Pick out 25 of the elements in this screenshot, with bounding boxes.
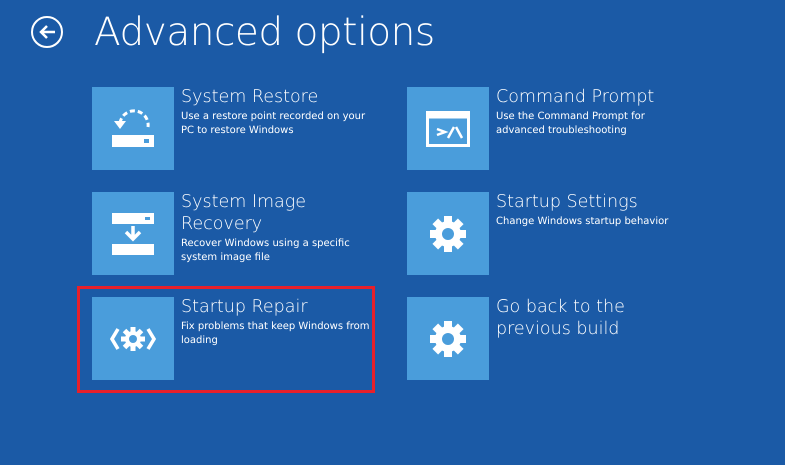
option-description: Recover Windows using a specific system image file [181, 237, 351, 265]
settings-icon [428, 318, 468, 358]
option-title: Command Prompt [496, 86, 656, 108]
option-title: System Image Recovery [181, 191, 308, 235]
page-title: Advanced options [94, 10, 435, 54]
option-description: Use the Command Prompt for advanced troubleshooting [496, 110, 646, 138]
restore-icon [110, 108, 156, 148]
option-description: Fix problems that keep Windows from loading [181, 320, 371, 348]
option-tile[interactable]: System Image Recovery Recover Windows using a specific system image file [92, 192, 382, 275]
option-title: System Restore [181, 86, 320, 108]
settings-icon [428, 214, 468, 254]
option-title: Go back to the previous build [496, 296, 626, 340]
option-description: Change Windows startup behavior [496, 215, 670, 229]
option-description: Use a restore point recorded on your PC to restore Windows [181, 110, 366, 138]
option-tile[interactable]: Go back to the previous build [407, 297, 697, 380]
option-tile[interactable]: Startup Settings Change Windows startup behavior [407, 192, 697, 275]
drive-download-icon [111, 212, 155, 256]
back-button[interactable] [31, 16, 63, 48]
option-tile[interactable]: System Restore Use a restore point recorded on your PC to restore Windows [92, 87, 382, 170]
option-tile[interactable]: Command Prompt Use the Command Prompt for advanced troubleshooting [407, 87, 697, 170]
option-title: Startup Repair [181, 296, 309, 318]
option-title: Startup Settings [496, 191, 639, 213]
back-arrow-icon [38, 24, 56, 40]
command-prompt-icon [426, 110, 470, 146]
option-tile[interactable]: Startup Repair Fix problems that keep Windows from loading [92, 297, 382, 380]
